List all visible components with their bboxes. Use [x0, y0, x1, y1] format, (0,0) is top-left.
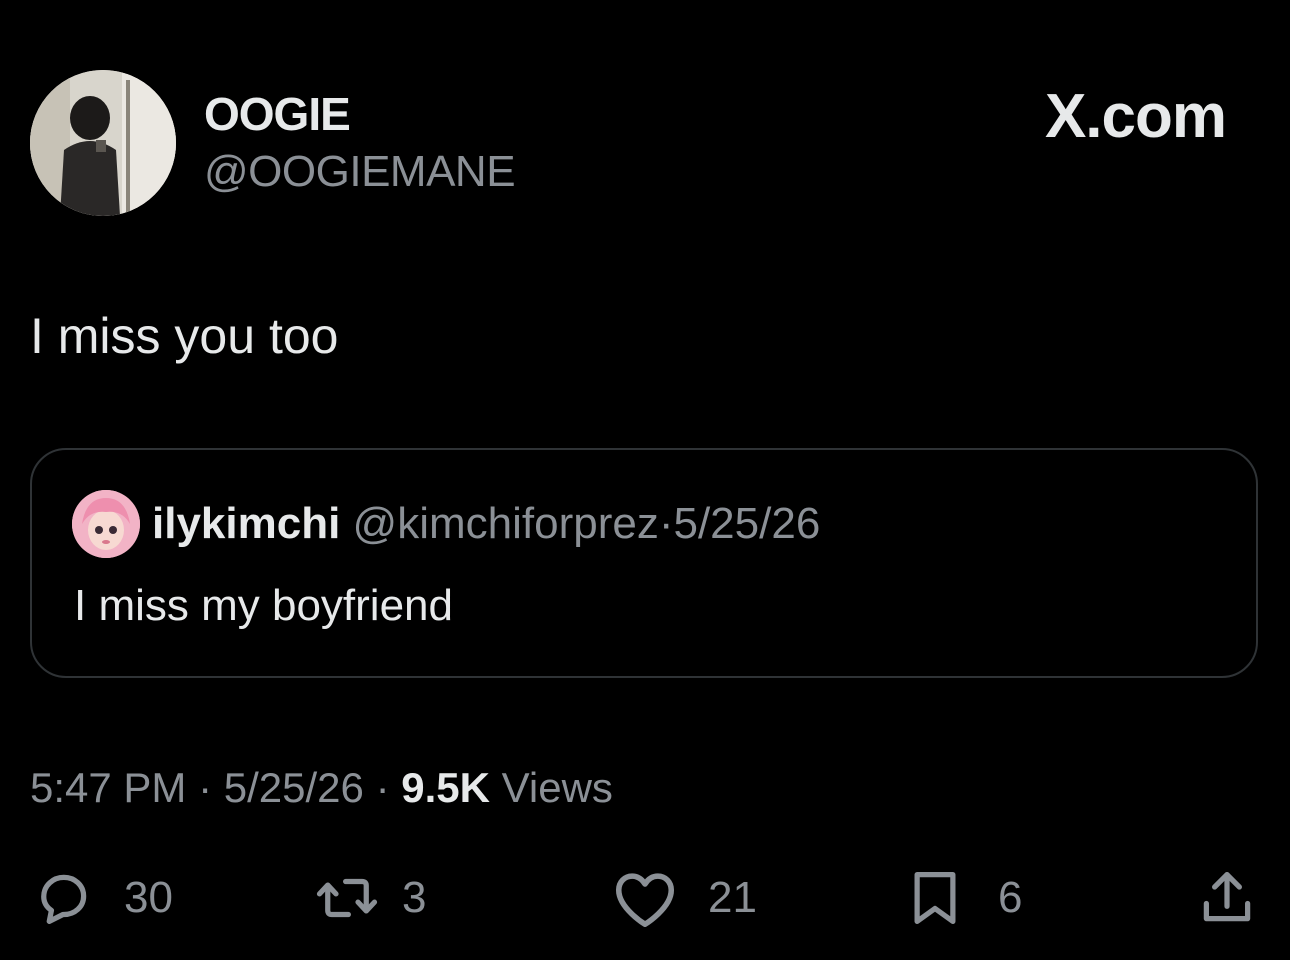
like-count: 21	[708, 873, 757, 922]
share-button[interactable]	[1194, 862, 1260, 934]
reply-icon	[41, 874, 87, 924]
meta-separator-1: ·	[198, 764, 213, 811]
meta-separator-2: ·	[375, 764, 390, 811]
brand-watermark: X.com	[1044, 82, 1227, 151]
repost-icon	[316, 878, 378, 918]
author-display-name[interactable]: OOGIE	[204, 88, 351, 140]
quoted-author-name[interactable]: ilykimchi	[152, 499, 340, 548]
tweet-time[interactable]: 5:47 PM	[30, 764, 186, 811]
quoted-tweet-header: ilykimchi @kimchiforprez·5/25/26	[152, 496, 820, 552]
reply-button[interactable]: 30	[30, 862, 173, 934]
bookmark-count: 6	[998, 873, 1023, 922]
tweet-meta: 5:47 PM · 5/25/26 · 9.5K Views	[30, 760, 613, 816]
reply-count: 30	[124, 873, 173, 922]
share-icon	[1203, 872, 1251, 922]
quoted-tweet-card[interactable]: ilykimchi @kimchiforprez·5/25/26 I miss …	[30, 448, 1258, 678]
repost-count: 3	[402, 873, 427, 922]
like-icon	[615, 873, 675, 928]
quoted-date[interactable]: 5/25/26	[673, 499, 820, 548]
views-count: 9.5K	[401, 764, 490, 811]
bookmark-button[interactable]: 6	[902, 862, 1022, 934]
tweet-text: I miss you too	[30, 308, 339, 364]
tweet-date[interactable]: 5/25/26	[224, 764, 364, 811]
author-handle[interactable]: @OOGIEMANE	[204, 146, 516, 198]
author-avatar[interactable]	[30, 70, 176, 216]
like-button[interactable]: 21	[610, 862, 757, 934]
bookmark-icon	[914, 872, 956, 924]
quoted-author-avatar[interactable]	[72, 490, 140, 558]
quoted-author-handle[interactable]: @kimchiforprez	[353, 499, 659, 548]
quoted-separator: ·	[658, 499, 674, 548]
views-label: Views	[501, 764, 613, 811]
quoted-tweet-text: I miss my boyfriend	[74, 581, 453, 630]
repost-button[interactable]: 3	[314, 862, 426, 934]
